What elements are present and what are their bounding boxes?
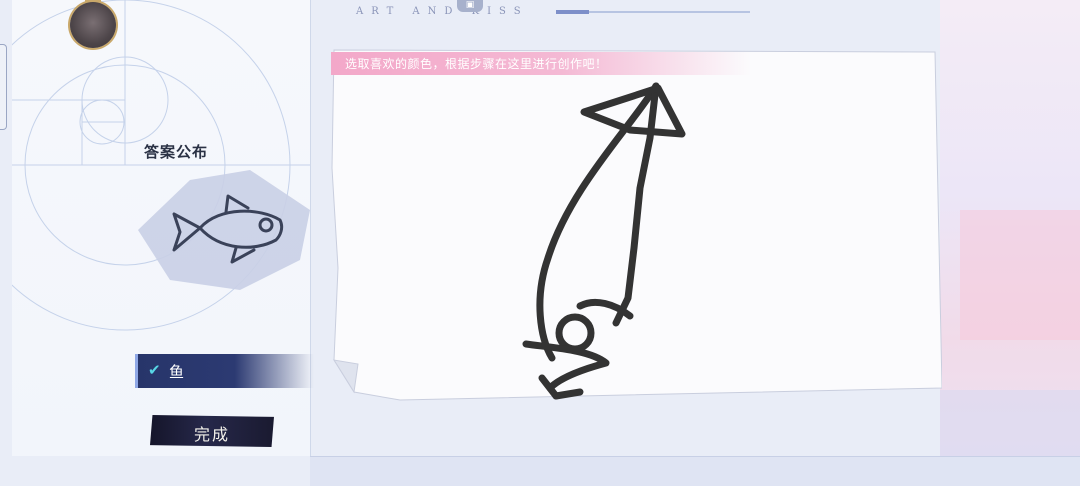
- emblem-icon: [70, 2, 116, 48]
- answer-label: 鱼: [169, 363, 185, 381]
- bottom-strip: [310, 456, 1080, 486]
- game-scene: 答案公布 ✔ 鱼 完成 ART AND KISS ▣ 选取喜欢的颜色，根据步骤在…: [0, 0, 1080, 486]
- progress-fill: [556, 10, 589, 14]
- answer-title: 答案公布: [144, 143, 209, 161]
- side-tab[interactable]: [0, 44, 7, 130]
- answer-tag: ✔ 鱼: [135, 354, 314, 388]
- user-drawing: [522, 82, 686, 400]
- instruction-banner: 选取喜欢的颜色，根据步骤在这里进行创作吧！: [331, 52, 751, 75]
- fish-answer-illustration: [138, 170, 310, 290]
- header-badge-icon: ▣: [457, 0, 483, 12]
- drawing-canvas[interactable]: [330, 48, 942, 404]
- done-button-label: 完成: [193, 425, 230, 444]
- brand-text: ART AND KISS: [356, 6, 529, 17]
- background-right: [940, 0, 1080, 486]
- check-icon: ✔: [148, 361, 161, 379]
- progress-line: [556, 10, 750, 14]
- done-button[interactable]: 完成: [150, 415, 274, 447]
- instruction-text: 选取喜欢的颜色，根据步骤在这里进行创作吧！: [345, 57, 608, 71]
- answer-panel: 答案公布 ✔ 鱼 完成: [12, 0, 314, 456]
